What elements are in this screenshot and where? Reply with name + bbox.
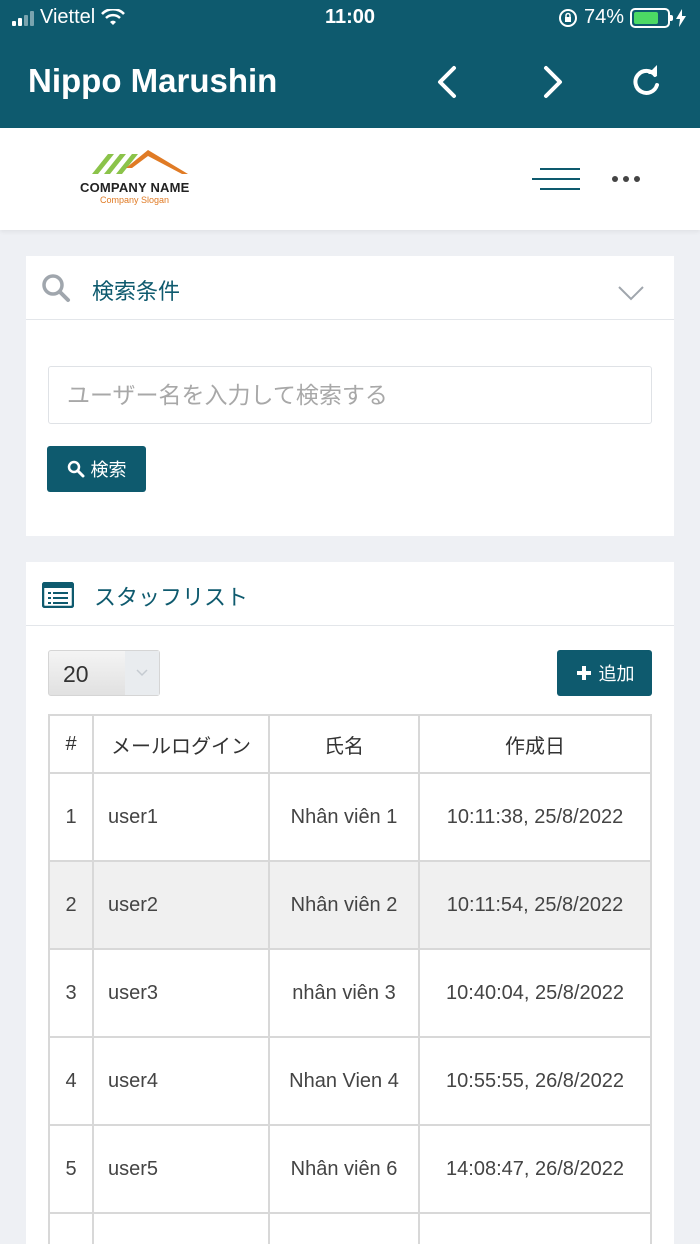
page-size-select[interactable]: 20 <box>48 650 160 696</box>
page-size-value: 20 <box>63 661 89 687</box>
app-title: Nippo Marushin <box>28 62 278 99</box>
list-icon <box>42 582 74 608</box>
logo-roof-icon <box>92 150 188 174</box>
table-row[interactable]: 3 user3 nhân viên 3 10:40:04, 25/8/2022 <box>48 948 652 1038</box>
browser-top-bar: Viettel 11:00 74% Nippo Marushin <box>0 0 700 128</box>
row-number: 5 <box>48 1124 94 1214</box>
row-name: Nhân viên 2 <box>268 860 420 950</box>
row-name: Nhan Vien 4 <box>268 1036 420 1126</box>
username-search-input[interactable] <box>48 366 652 424</box>
table-row[interactable]: 2 user2 Nhân viên 2 10:11:54, 25/8/2022 <box>48 860 652 950</box>
table-row[interactable] <box>48 1212 652 1244</box>
charging-icon <box>676 8 686 27</box>
search-icon <box>42 274 70 302</box>
row-email: user4 <box>92 1036 270 1126</box>
column-header-name[interactable]: 氏名 <box>268 714 420 774</box>
row-number: 4 <box>48 1036 94 1126</box>
row-number: 3 <box>48 948 94 1038</box>
dot-icon <box>634 176 640 182</box>
add-staff-label: 追加 <box>598 664 635 684</box>
company-logo[interactable]: COMPANY NAME Company Slogan <box>80 148 210 218</box>
column-header-email-login[interactable]: メールログイン <box>92 714 270 774</box>
column-header-created-date[interactable]: 作成日 <box>418 714 652 774</box>
row-email: user1 <box>92 772 270 862</box>
company-name: COMPANY NAME <box>80 180 190 195</box>
browser-nav: Nippo Marushin <box>0 50 700 114</box>
battery-icon <box>630 7 673 28</box>
status-bar: Viettel 11:00 74% <box>0 0 700 36</box>
staff-list-header: スタッフリスト <box>26 562 674 626</box>
column-header-number[interactable]: # <box>48 714 94 774</box>
row-name: nhân viên 3 <box>268 948 420 1038</box>
row-number: 1 <box>48 772 94 862</box>
chevron-down-icon[interactable] <box>617 284 645 302</box>
dot-icon <box>612 176 618 182</box>
more-options-button[interactable] <box>606 164 646 194</box>
plus-icon <box>576 666 591 680</box>
reload-button[interactable] <box>624 60 668 104</box>
table-header-row: # メールログイン 氏名 作成日 <box>48 714 652 774</box>
table-row[interactable]: 5 user5 Nhân viên 6 14:08:47, 26/8/2022 <box>48 1124 652 1214</box>
forward-button[interactable] <box>530 60 574 104</box>
row-email: user2 <box>92 860 270 950</box>
row-name: Nhân viên 1 <box>268 772 420 862</box>
chevron-down-icon <box>136 669 148 677</box>
row-name: Nhân viên 6 <box>268 1124 420 1214</box>
site-header: COMPANY NAME Company Slogan <box>0 128 700 230</box>
search-button[interactable]: 検索 <box>47 446 146 492</box>
row-email: user5 <box>92 1124 270 1214</box>
staff-list-title: スタッフリスト <box>94 585 249 610</box>
battery-percent: 74% <box>583 6 624 28</box>
row-email: user3 <box>92 948 270 1038</box>
row-created-date: 10:40:04, 25/8/2022 <box>418 948 652 1038</box>
row-created-date: 10:55:55, 26/8/2022 <box>418 1036 652 1126</box>
search-icon <box>67 460 84 478</box>
chevron-left-icon <box>438 66 456 98</box>
row-created-date: 14:08:47, 26/8/2022 <box>418 1124 652 1214</box>
rotation-lock-icon <box>558 8 577 27</box>
reload-icon <box>633 65 659 95</box>
staff-list-panel: スタッフリスト 20 追加 # メールログイン 氏名 作成日 1 user1 N… <box>26 562 674 1244</box>
row-created-date: 10:11:38, 25/8/2022 <box>418 772 652 862</box>
row-created-date: 10:11:54, 25/8/2022 <box>418 860 652 950</box>
back-button[interactable] <box>426 60 470 104</box>
add-staff-button[interactable]: 追加 <box>557 650 652 696</box>
table-row[interactable]: 4 user4 Nhan Vien 4 10:55:55, 26/8/2022 <box>48 1036 652 1126</box>
search-panel: 検索条件 検索 <box>26 256 674 536</box>
table-row[interactable]: 1 user1 Nhân viên 1 10:11:38, 25/8/2022 <box>48 772 652 862</box>
menu-button[interactable] <box>532 164 580 194</box>
staff-table: # メールログイン 氏名 作成日 1 user1 Nhân viên 1 10:… <box>48 714 652 1244</box>
dot-icon <box>623 176 629 182</box>
status-right: 74% <box>558 6 686 29</box>
search-button-label: 検索 <box>90 460 127 480</box>
search-panel-title: 検索条件 <box>92 279 181 304</box>
company-slogan: Company Slogan <box>100 195 170 205</box>
row-number: 2 <box>48 860 94 950</box>
search-panel-header[interactable]: 検索条件 <box>26 256 674 320</box>
chevron-right-icon <box>544 66 562 98</box>
